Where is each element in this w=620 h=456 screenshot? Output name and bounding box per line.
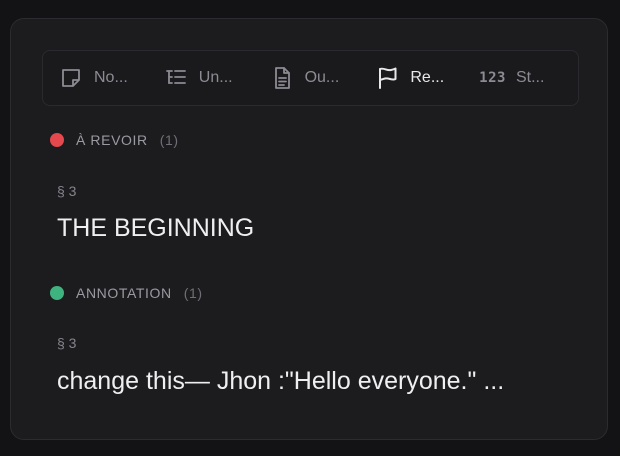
document-icon xyxy=(269,65,295,91)
status-dot xyxy=(50,133,64,147)
list-tree-icon xyxy=(163,65,189,91)
numbers-icon: 123 xyxy=(479,70,506,86)
tab-label: St... xyxy=(515,69,545,86)
entry-reference: § 3 xyxy=(57,183,77,199)
tab-notes[interactable]: No... xyxy=(58,51,163,105)
tab-bar: No... Un... Ou... Re... 123 St... xyxy=(42,50,579,106)
entry-text[interactable]: change this— Jhon :"Hello everyone." ... xyxy=(57,367,504,396)
section-title: ANNOTATION xyxy=(76,285,172,301)
flag-icon xyxy=(374,65,400,91)
review-panel: No... Un... Ou... Re... 123 St... À REVO… xyxy=(10,18,608,440)
tab-label: Ou... xyxy=(304,69,340,86)
tab-statistics[interactable]: 123 St... xyxy=(479,51,578,105)
tab-review[interactable]: Re... xyxy=(374,51,479,105)
note-icon xyxy=(58,65,84,91)
section-title: À REVOIR xyxy=(76,132,148,148)
section-count: (1) xyxy=(159,132,179,148)
tab-label: Un... xyxy=(198,69,233,86)
status-dot xyxy=(50,286,64,300)
entry-reference: § 3 xyxy=(57,335,77,351)
tab-outline[interactable]: Ou... xyxy=(269,51,375,105)
tab-label: No... xyxy=(94,69,128,86)
tab-label: Re... xyxy=(410,69,445,86)
section-count: (1) xyxy=(183,285,203,301)
section-header-a-revoir[interactable]: À REVOIR (1) xyxy=(50,132,179,148)
tab-units[interactable]: Un... xyxy=(163,51,269,105)
section-header-annotation[interactable]: ANNOTATION (1) xyxy=(50,285,203,301)
entry-text[interactable]: THE BEGINNING xyxy=(57,214,254,243)
